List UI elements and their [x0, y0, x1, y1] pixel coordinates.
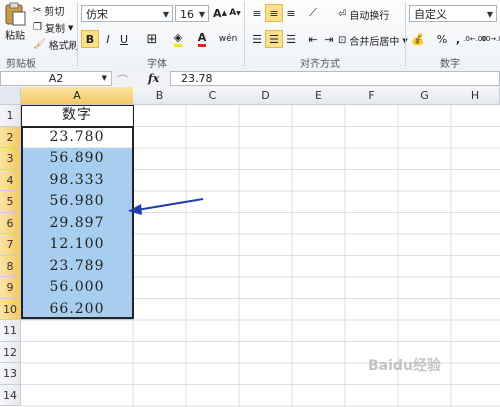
header-cell-border [21, 105, 134, 127]
column-header-a[interactable]: A [21, 87, 134, 105]
border-icon: ⊞ [146, 31, 158, 47]
align-top-button[interactable]: ≡ [248, 4, 266, 22]
column-header-c[interactable]: C [186, 87, 240, 105]
orientation-button[interactable]: ⟋ [304, 4, 322, 22]
insert-function-button[interactable]: fx [148, 72, 159, 85]
font-color-button[interactable]: A [193, 30, 211, 48]
ribbon: 粘贴 ✂ 剪切 ❐ 复制 ▼ 🖌 格式刷 剪贴板 仿宋 ▼ 16 ▼ A ▲ A ▼ B I U… [0, 0, 500, 71]
group-divider [77, 2, 78, 66]
formula-input[interactable]: 23.78 [170, 71, 500, 86]
percent-icon: % [436, 32, 448, 46]
border-button[interactable]: ⊞ [143, 30, 161, 48]
align-middle-button[interactable]: ≡ [265, 4, 283, 22]
cut-label: 剪切 [44, 7, 65, 18]
group-divider [405, 2, 406, 66]
align-right-button[interactable]: ☰ [282, 30, 300, 48]
paste-button[interactable]: 粘贴 [3, 2, 27, 42]
arrow-annotation-icon [128, 198, 204, 215]
chevron-down-icon: ▼ [101, 74, 107, 82]
decrease-decimal-button[interactable]: .00→.0 [479, 30, 500, 48]
format-painter-label: 格式刷 [48, 41, 79, 52]
decrease-indent-icon: ⇤ [308, 32, 318, 46]
currency-button[interactable]: 💰 [409, 30, 427, 48]
copy-label: 复制 [44, 24, 65, 35]
select-all-corner[interactable] [0, 87, 21, 105]
column-header-f[interactable]: F [345, 87, 399, 105]
copy-button[interactable]: ❐ 复制 ▼ [33, 20, 73, 35]
wrap-text-button[interactable]: ⏎ 自动换行 [338, 7, 389, 22]
cut-button[interactable]: ✂ 剪切 [33, 3, 64, 18]
font-name-value: 仿宋 [86, 8, 108, 21]
merge-icon: ⊡ [338, 35, 347, 46]
chevron-down-icon: ▼ [486, 10, 493, 19]
font-name-select[interactable]: 仿宋 ▼ [81, 5, 173, 22]
wrap-text-label: 自动换行 [349, 11, 390, 22]
shrink-font-icon: A [229, 8, 237, 18]
fill-color-button[interactable]: ◈ [169, 30, 187, 48]
font-size-value: 16 [180, 8, 194, 21]
scissors-icon: ✂ [33, 5, 42, 16]
currency-icon: 💰 [411, 32, 425, 46]
chevron-down-icon: ▼ [67, 23, 74, 32]
merge-center-button[interactable]: ⊡合并后居中▼ [338, 33, 408, 48]
align-bottom-icon: ≡ [286, 6, 296, 20]
fill-bucket-icon: ◈ [173, 31, 183, 47]
align-middle-icon: ≡ [269, 6, 279, 20]
underline-button[interactable]: U [115, 30, 133, 48]
grow-font-icon: A [213, 6, 222, 20]
comma-icon: , [455, 32, 461, 46]
number-format-value: 自定义 [414, 8, 447, 21]
bold-button[interactable]: B [81, 30, 99, 48]
align-center-icon: ☰ [269, 32, 279, 46]
number-group-label: 数字 [440, 59, 460, 70]
phonetic-button[interactable]: wén [218, 30, 238, 48]
watermark: Baidu经验 [368, 358, 441, 374]
phonetic-icon: wén [218, 34, 238, 44]
chevron-down-icon: ▼ [198, 10, 205, 19]
formula-value: 23.78 [181, 72, 213, 85]
italic-icon: I [106, 32, 110, 46]
number-format-select[interactable]: 自定义 ▼ [409, 5, 497, 22]
font-color-icon: A [197, 31, 207, 47]
chevron-down-icon: ▼ [162, 10, 169, 19]
align-center-button[interactable]: ☰ [265, 30, 283, 48]
column-header-h[interactable]: H [451, 87, 500, 105]
align-left-button[interactable]: ☰ [248, 30, 266, 48]
font-group-label: 字体 [147, 59, 167, 70]
align-top-icon: ≡ [252, 6, 262, 20]
clipboard-group-label: 剪贴板 [6, 59, 36, 70]
splitter-icon: ⌒ [117, 74, 128, 87]
merge-center-label: 合并后居中 [349, 37, 400, 48]
copy-icon: ❐ [33, 22, 42, 33]
align-left-icon: ☰ [252, 32, 262, 46]
text-orientation-icon: ⟋ [309, 6, 317, 19]
column-header-e[interactable]: E [292, 87, 346, 105]
clipboard-icon [5, 2, 26, 26]
column-header-d[interactable]: D [239, 87, 293, 105]
shrink-font-button[interactable]: A ▼ [226, 4, 244, 22]
formula-bar: A2 ▼ ⌒ fx 23.78 [0, 70, 500, 88]
align-right-icon: ☰ [286, 32, 296, 46]
name-box-value: A2 [48, 72, 64, 85]
format-painter-button[interactable]: 🖌 格式刷 [33, 37, 79, 52]
column-header-g[interactable]: G [398, 87, 452, 105]
name-box[interactable]: A2 ▼ [0, 71, 112, 86]
bold-icon: B [85, 32, 95, 46]
decrease-decimal-icon: .00→.0 [479, 35, 500, 43]
wrap-text-icon: ⏎ [338, 9, 347, 20]
alignment-group-label: 对齐方式 [300, 59, 340, 70]
paste-label: 粘贴 [5, 31, 25, 42]
underline-icon: U [119, 32, 129, 46]
increase-indent-icon: ⇥ [324, 32, 334, 46]
column-header-b[interactable]: B [133, 87, 187, 105]
selection-border [21, 126, 134, 319]
group-divider [244, 2, 245, 66]
align-bottom-button[interactable]: ≡ [282, 4, 300, 22]
brush-icon: 🖌 [33, 39, 46, 50]
increase-indent-button[interactable]: ⇥ [320, 30, 338, 48]
font-size-select[interactable]: 16 ▼ [175, 5, 209, 22]
